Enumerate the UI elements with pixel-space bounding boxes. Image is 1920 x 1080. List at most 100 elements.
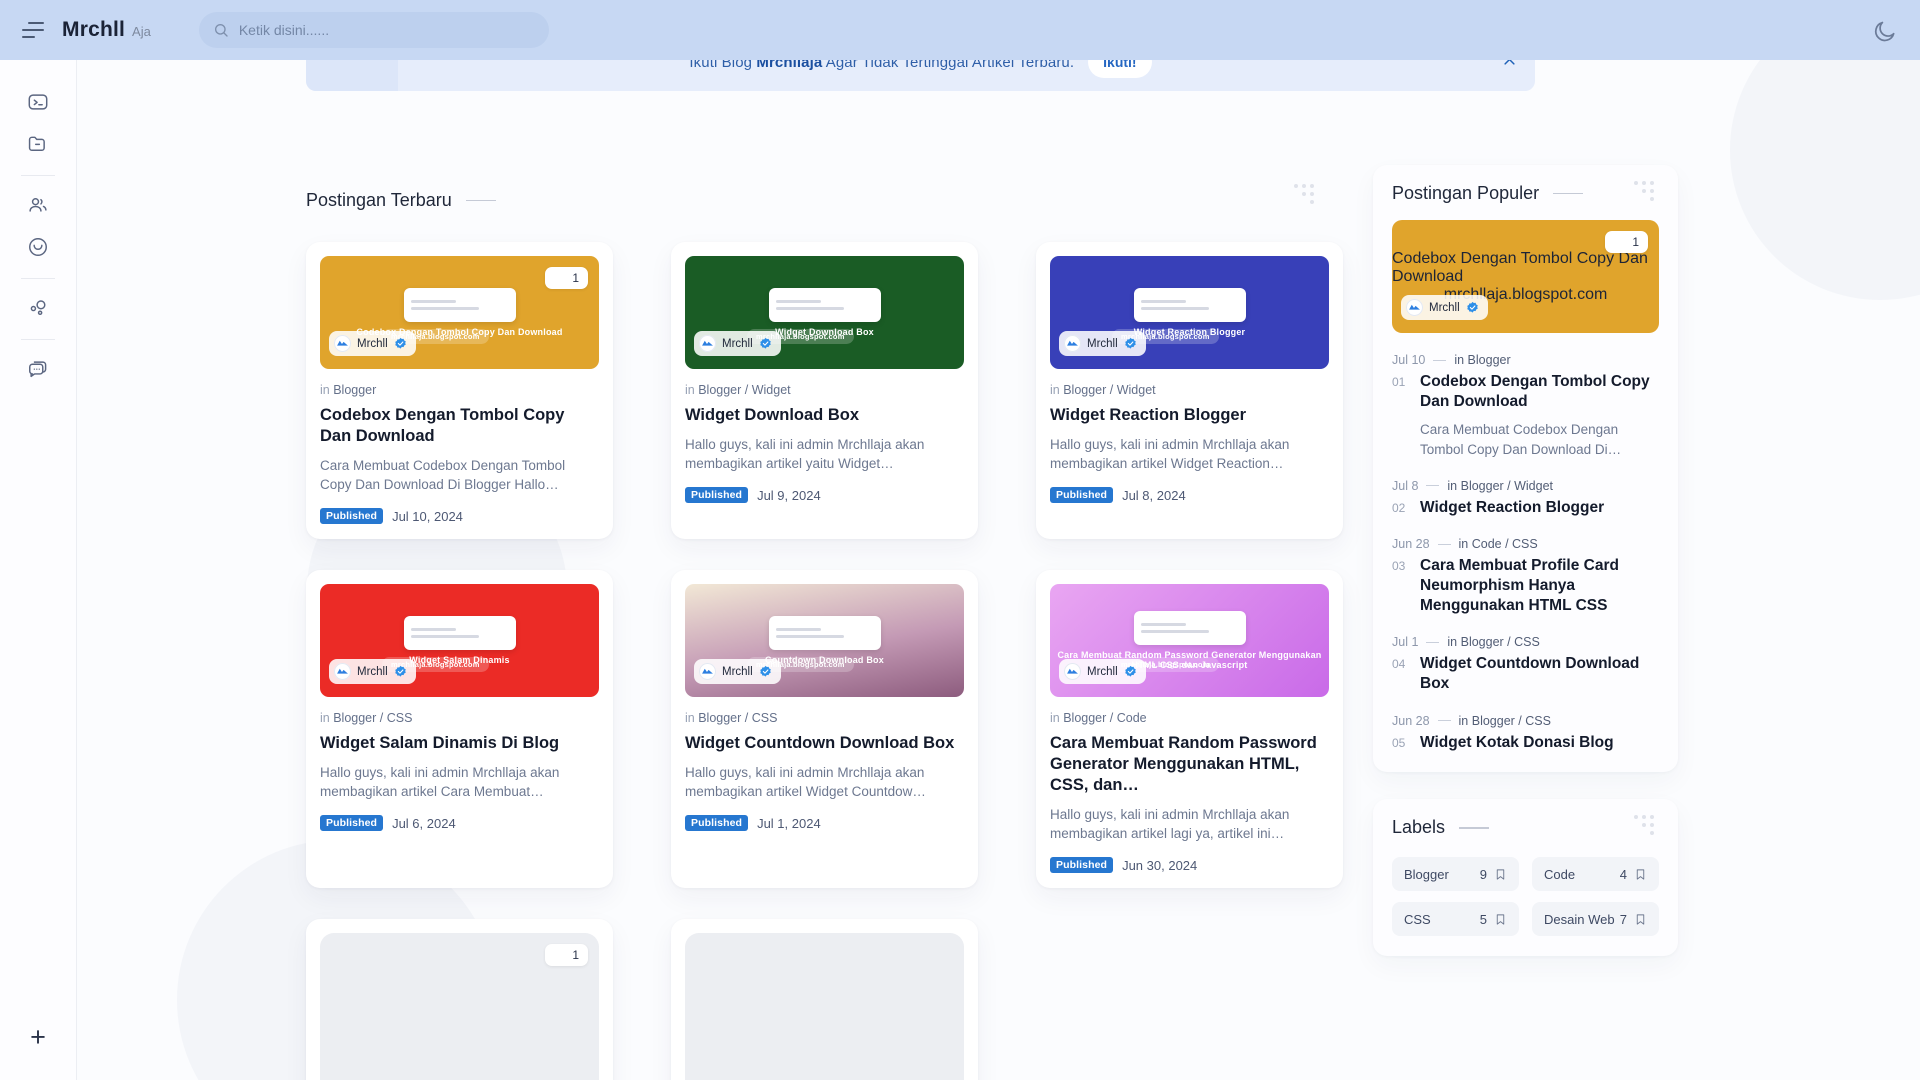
add-button[interactable]: +: [20, 1019, 56, 1055]
comment-count-badge: 1: [545, 944, 588, 967]
popular-post-item[interactable]: Jul 1 in Blogger / CSS 04 Widget Countdo…: [1392, 615, 1659, 693]
avatar-icon: [702, 669, 713, 674]
labels-header: Labels: [1392, 817, 1659, 838]
popular-hero-thumbnail[interactable]: Codebox Dengan Tombol Copy Dan Download m…: [1392, 220, 1659, 333]
decor-blob: [1730, 60, 1920, 300]
meta-dash: [1433, 359, 1447, 361]
sidebar-item-folder[interactable]: [18, 124, 58, 164]
popular-post-item[interactable]: Jun 28 in Code / CSS 03 Cara Membuat Pro…: [1392, 517, 1659, 615]
post-card[interactable]: Widget Salam Dinamis mrchllaja.blogspot.c…: [306, 570, 613, 889]
post-thumbnail[interactable]: 1: [320, 933, 599, 1080]
search-input[interactable]: [238, 22, 535, 38]
meta-dash: [1426, 641, 1440, 643]
post-date: Jul 6, 2024: [392, 815, 456, 831]
brand-suffix: Aja: [132, 24, 151, 39]
post-date: Jul 9, 2024: [757, 487, 821, 503]
popular-post-title[interactable]: Widget Countdown Download Box: [1420, 654, 1659, 693]
author-name: Mrchll: [357, 665, 388, 678]
post-category[interactable]: in Blogger / CSS: [685, 711, 964, 725]
title-dash: [465, 199, 496, 202]
popular-post-rank: 01: [1392, 375, 1406, 389]
verified-icon: [394, 666, 406, 677]
menu-icon[interactable]: [22, 22, 44, 38]
dark-mode-toggle[interactable]: [1872, 18, 1898, 44]
sidebar-item-chat[interactable]: [18, 349, 58, 389]
popular-post-title[interactable]: Codebox Dengan Tombol Copy Dan Download: [1420, 372, 1659, 411]
popular-post-item[interactable]: Jul 10 in Blogger 01 Codebox Dengan Tomb…: [1392, 333, 1659, 459]
post-card[interactable]: Codebox Dengan Tombol Copy Dan Download m…: [306, 242, 613, 540]
post-title[interactable]: Codebox Dengan Tombol Copy Dan Download: [320, 405, 599, 447]
dot-grid-icon: [1294, 184, 1320, 210]
comment-count: 1: [572, 948, 579, 963]
latest-posts-header: Postingan Terbaru: [306, 184, 1314, 220]
popular-post-item[interactable]: Jul 8 in Blogger / Widget 02 Widget Reac…: [1392, 459, 1659, 518]
post-category[interactable]: in Blogger / CSS: [320, 711, 599, 725]
post-title[interactable]: Widget Salam Dinamis Di Blog: [320, 733, 599, 754]
comment-count-badge: 1: [1605, 231, 1648, 253]
label-count: 7: [1619, 911, 1627, 927]
post-card[interactable]: Countdown Download Box mrchllaja.blogspot…: [671, 570, 978, 889]
popular-post-meta: Jun 28 in Code / CSS: [1392, 537, 1659, 551]
popular-post-date: Jul 8: [1392, 478, 1419, 493]
brand-logo[interactable]: Mrchll Aja: [62, 18, 151, 42]
post-thumbnail[interactable]: [685, 933, 964, 1080]
popular-post-item[interactable]: Jun 28 in Blogger / CSS 05 Widget Kotak …: [1392, 694, 1659, 753]
post-thumbnail[interactable]: Cara Membuat Random Password Generator M…: [1050, 584, 1329, 698]
post-card[interactable]: Cara Membuat Random Password Generator M…: [1036, 570, 1343, 889]
post-card[interactable]: Widget Download Box mrchllaja.blogspot.co…: [671, 242, 978, 540]
sidebar-item-bubbles[interactable]: [18, 288, 58, 328]
author-badge[interactable]: Mrchll: [694, 331, 781, 356]
author-badge[interactable]: Mrchll: [329, 331, 416, 356]
popular-post-date: Jul 1: [1392, 635, 1419, 650]
label-chip[interactable]: Blogger 9: [1392, 857, 1519, 892]
author-badge[interactable]: Mrchll: [1059, 659, 1146, 685]
popular-post-title[interactable]: Widget Reaction Blogger: [1420, 498, 1604, 518]
post-title[interactable]: Widget Reaction Blogger: [1050, 405, 1329, 426]
sidebar-item-users[interactable]: [18, 185, 58, 225]
author-badge[interactable]: Mrchll: [1059, 331, 1146, 356]
popular-post-date: Jun 28: [1392, 713, 1430, 728]
label-chip[interactable]: CSS 5: [1392, 902, 1519, 937]
post-thumbnail[interactable]: Countdown Download Box mrchllaja.blogspot…: [685, 584, 964, 698]
post-title[interactable]: Widget Download Box: [685, 405, 964, 426]
post-thumbnail[interactable]: Widget Salam Dinamis mrchllaja.blogspot.c…: [320, 584, 599, 698]
post-thumbnail[interactable]: Widget Reaction Blogger mrchllaja.blogspo…: [1050, 256, 1329, 369]
label-name: Code: [1544, 866, 1576, 882]
label-chip[interactable]: Code 4: [1532, 857, 1659, 892]
avatar-icon: [702, 340, 713, 346]
post-category[interactable]: in Blogger / Code: [1050, 711, 1329, 725]
dot-grid-icon: [1634, 181, 1660, 207]
post-category[interactable]: in Blogger / Widget: [1050, 383, 1329, 397]
avatar-icon: [1067, 340, 1078, 346]
post-card[interactable]: Widget Reaction Blogger mrchllaja.blogspo…: [1036, 242, 1343, 540]
post-title[interactable]: Cara Membuat Random Password Generator M…: [1050, 733, 1329, 796]
label-chip[interactable]: Desain Web 7: [1532, 902, 1659, 937]
post-card[interactable]: [671, 919, 978, 1080]
title-dash: [1459, 827, 1490, 829]
latest-posts-section: Postingan Terbaru Codebox Dengan Tombol …: [306, 184, 1343, 1080]
avatar: [334, 663, 351, 681]
post-category[interactable]: in Blogger: [320, 383, 599, 397]
search-bar[interactable]: [198, 12, 549, 48]
author-badge[interactable]: Mrchll: [1401, 295, 1488, 320]
rail-divider: [21, 175, 55, 176]
sidebar-item-terminal[interactable]: [18, 82, 58, 122]
post-thumbnail[interactable]: Codebox Dengan Tombol Copy Dan Download m…: [320, 256, 599, 369]
author-badge[interactable]: Mrchll: [329, 659, 416, 685]
popular-post-meta: Jul 1 in Blogger / CSS: [1392, 635, 1659, 649]
popular-post-meta: Jul 8 in Blogger / Widget: [1392, 479, 1659, 493]
post-thumbnail[interactable]: Widget Download Box mrchllaja.blogspot.co…: [685, 256, 964, 369]
popular-post-rank: 05: [1392, 735, 1406, 750]
popular-post-title[interactable]: Widget Kotak Donasi Blog: [1420, 733, 1614, 753]
post-card[interactable]: 1: [306, 919, 613, 1080]
thumbnail-mockup: [1133, 611, 1246, 646]
sidebar-item-mail[interactable]: [18, 227, 58, 267]
popular-post-title[interactable]: Cara Membuat Profile Card Neumorphism Ha…: [1420, 556, 1659, 615]
popular-posts-header: Postingan Populer: [1392, 183, 1659, 204]
popular-post-date: Jun 28: [1392, 537, 1430, 552]
title-dash: [1553, 192, 1584, 195]
labels-grid: Blogger 9 Code 4 CSS 5 Desain Web 7: [1392, 857, 1659, 937]
author-badge[interactable]: Mrchll: [694, 659, 781, 685]
post-category[interactable]: in Blogger / Widget: [685, 383, 964, 397]
post-title[interactable]: Widget Countdown Download Box: [685, 733, 964, 754]
